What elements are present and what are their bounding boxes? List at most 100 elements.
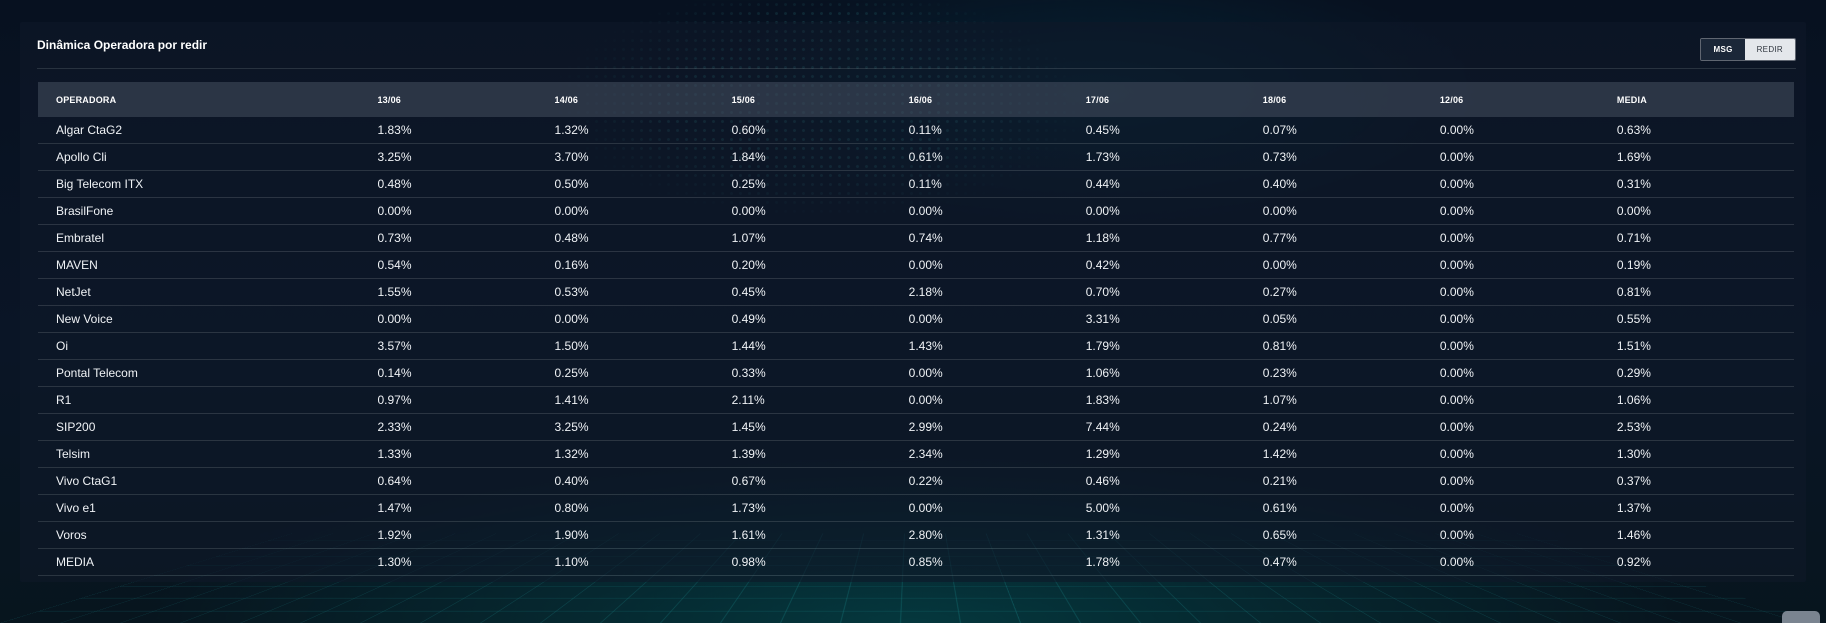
value-cell: 0.49% [732, 306, 909, 333]
value-cell: 0.63% [1617, 117, 1794, 144]
value-cell: 0.00% [1440, 252, 1617, 279]
value-cell: 0.45% [1086, 117, 1263, 144]
operator-name-cell: R1 [38, 387, 377, 414]
value-cell: 1.10% [555, 549, 732, 576]
value-cell: 1.07% [732, 225, 909, 252]
column-header[interactable]: 18/06 [1263, 82, 1440, 117]
value-cell: 0.00% [1263, 198, 1440, 225]
value-cell: 1.73% [732, 495, 909, 522]
table-row: Algar CtaG2 1.83% 1.32% 0.60% 0.11% 0.45% 0.07… [38, 117, 1794, 144]
value-cell: 0.00% [555, 198, 732, 225]
redir-toggle-button[interactable]: REDIR [1745, 39, 1795, 60]
value-cell: 0.00% [1440, 144, 1617, 171]
table-row: Pontal Telecom 0.14% 0.25% 0.33% 0.00% 1.06% 0… [38, 360, 1794, 387]
value-cell: 1.07% [1263, 387, 1440, 414]
value-cell: 1.47% [377, 495, 554, 522]
value-cell: 1.61% [732, 522, 909, 549]
value-cell: 1.06% [1617, 387, 1794, 414]
value-cell: 1.30% [1617, 441, 1794, 468]
column-header[interactable]: 16/06 [909, 82, 1086, 117]
value-cell: 3.70% [555, 144, 732, 171]
value-cell: 3.25% [555, 414, 732, 441]
value-cell: 1.31% [1086, 522, 1263, 549]
value-cell: 0.00% [1440, 333, 1617, 360]
value-cell: 1.73% [1086, 144, 1263, 171]
value-cell: 0.81% [1263, 333, 1440, 360]
operator-name-cell: BrasilFone [38, 198, 377, 225]
scroll-handle[interactable] [1782, 611, 1820, 623]
operator-name-cell: New Voice [38, 306, 377, 333]
value-cell: 0.48% [377, 171, 554, 198]
value-cell: 0.74% [909, 225, 1086, 252]
value-cell: 0.00% [1617, 198, 1794, 225]
table-row: Apollo Cli 3.25% 3.70% 1.84% 0.61% 1.73% 0.73%… [38, 144, 1794, 171]
value-cell: 1.69% [1617, 144, 1794, 171]
table-row: Oi 3.57% 1.50% 1.44% 1.43% 1.79% 0.81% 0.00% 1.5… [38, 333, 1794, 360]
column-header[interactable]: MEDIA [1617, 82, 1794, 117]
value-cell: 0.00% [1440, 522, 1617, 549]
value-cell: 0.67% [732, 468, 909, 495]
value-cell: 0.00% [909, 252, 1086, 279]
value-cell: 1.78% [1086, 549, 1263, 576]
panel-title: Dinâmica Operadora por redir [37, 38, 207, 52]
value-cell: 0.00% [377, 306, 554, 333]
value-cell: 0.00% [1440, 279, 1617, 306]
value-cell: 1.45% [732, 414, 909, 441]
table-row: Vivo e1 1.47% 0.80% 1.73% 0.00% 5.00% 0.61% 0.0… [38, 495, 1794, 522]
value-cell: 0.60% [732, 117, 909, 144]
value-cell: 0.80% [555, 495, 732, 522]
value-cell: 0.44% [1086, 171, 1263, 198]
value-cell: 0.00% [909, 495, 1086, 522]
column-header[interactable]: 12/06 [1440, 82, 1617, 117]
operator-name-cell: Algar CtaG2 [38, 117, 377, 144]
column-header[interactable]: 17/06 [1086, 82, 1263, 117]
value-cell: 1.92% [377, 522, 554, 549]
operator-name-cell: Pontal Telecom [38, 360, 377, 387]
operator-name-cell: Vivo e1 [38, 495, 377, 522]
value-cell: 0.50% [555, 171, 732, 198]
value-cell: 0.00% [555, 306, 732, 333]
value-cell: 0.00% [1440, 441, 1617, 468]
value-cell: 1.39% [732, 441, 909, 468]
value-cell: 0.00% [1440, 198, 1617, 225]
value-cell: 0.00% [909, 360, 1086, 387]
operator-name-cell: MAVEN [38, 252, 377, 279]
value-cell: 0.48% [555, 225, 732, 252]
value-cell: 0.24% [1263, 414, 1440, 441]
value-cell: 0.81% [1617, 279, 1794, 306]
value-cell: 0.00% [1440, 360, 1617, 387]
value-cell: 1.79% [1086, 333, 1263, 360]
operator-name-cell: Vivo CtaG1 [38, 468, 377, 495]
value-cell: 0.31% [1617, 171, 1794, 198]
table-row: Telsim 1.33% 1.32% 1.39% 2.34% 1.29% 1.42% 0.00… [38, 441, 1794, 468]
msg-toggle-button[interactable]: MSG [1701, 39, 1744, 60]
column-header[interactable]: 13/06 [377, 82, 554, 117]
value-cell: 0.65% [1263, 522, 1440, 549]
value-cell: 0.00% [1440, 171, 1617, 198]
column-header[interactable]: OPERADORA [38, 82, 377, 117]
value-cell: 0.00% [909, 387, 1086, 414]
value-cell: 1.41% [555, 387, 732, 414]
value-cell: 0.00% [377, 198, 554, 225]
value-cell: 0.37% [1617, 468, 1794, 495]
value-cell: 1.44% [732, 333, 909, 360]
value-cell: 0.05% [1263, 306, 1440, 333]
operator-table: OPERADORA 13/06 14/06 15/06 16/06 17/06 … [38, 82, 1794, 576]
table-row: SIP200 2.33% 3.25% 1.45% 2.99% 7.44% 0.24% 0.00… [38, 414, 1794, 441]
table-row: R1 0.97% 1.41% 2.11% 0.00% 1.83% 1.07% 0.00% 1.0… [38, 387, 1794, 414]
table-row: New Voice 0.00% 0.00% 0.49% 0.00% 3.31% 0.05% 0… [38, 306, 1794, 333]
column-header[interactable]: 15/06 [732, 82, 909, 117]
value-cell: 0.00% [1440, 117, 1617, 144]
value-cell: 3.57% [377, 333, 554, 360]
value-cell: 0.98% [732, 549, 909, 576]
value-cell: 5.00% [1086, 495, 1263, 522]
value-cell: 2.34% [909, 441, 1086, 468]
value-cell: 0.92% [1617, 549, 1794, 576]
value-cell: 1.33% [377, 441, 554, 468]
value-cell: 0.73% [377, 225, 554, 252]
value-cell: 0.29% [1617, 360, 1794, 387]
table-row: Voros 1.92% 1.90% 1.61% 2.80% 1.31% 0.65% 0.00%… [38, 522, 1794, 549]
table-row: MAVEN 0.54% 0.16% 0.20% 0.00% 0.42% 0.00% 0.00%… [38, 252, 1794, 279]
column-header[interactable]: 14/06 [555, 82, 732, 117]
value-cell: 0.00% [1440, 414, 1617, 441]
